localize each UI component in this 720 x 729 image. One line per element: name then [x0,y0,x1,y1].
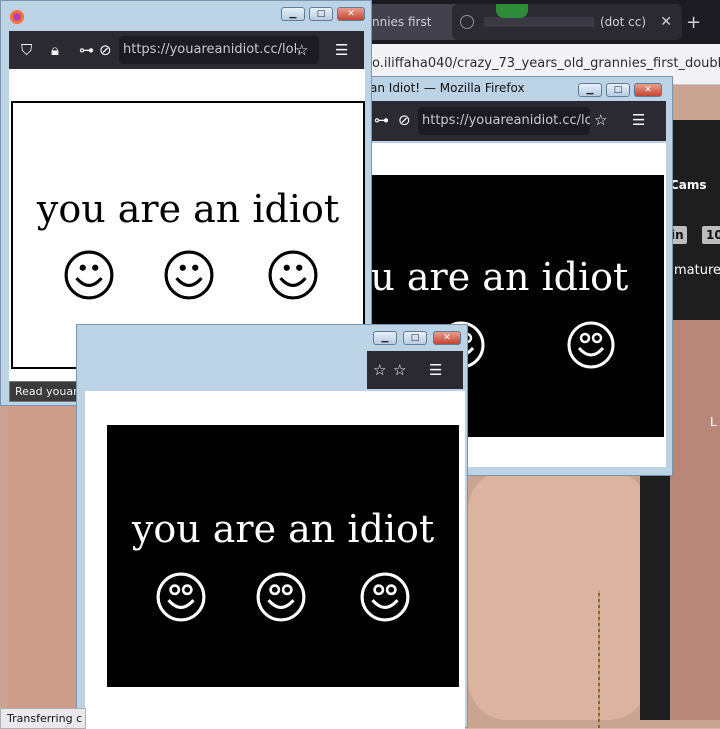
background-thumbnail [670,320,720,720]
hamburger-menu-icon[interactable]: ☰ [632,111,645,129]
popup-toolbar: ⊶ ⊘ https://youareanidiot.cc/lol. ☆ ☰ [366,101,666,141]
idiot-message: you are an idiot [36,187,340,231]
smiley-icon [64,250,114,300]
star-icon[interactable]: ☆ [373,361,386,379]
firefox-logo-icon [10,10,24,24]
close-icon[interactable]: ✕ [634,83,662,97]
shield-icon[interactable]: ⛉ [21,41,32,59]
tracking-protection-icon[interactable]: ⊘ [99,41,112,59]
hamburger-menu-icon[interactable]: ☰ [429,361,442,379]
minimize-icon[interactable]: ▁ [578,83,602,97]
popup-toolbar: ☆ ☆ ☰ [367,351,463,389]
status-bar: Transferring c [0,708,86,729]
lock-icon[interactable]: 🔒︎ [51,41,59,59]
new-tab-plus-icon[interactable]: + [686,12,701,33]
page-content: you are an idiot [85,391,465,729]
popup-toolbar: ⛉ 🔒︎ ⊶ ⊘ https://youareanidiot.cc/lol. ☆… [9,31,364,69]
url-field[interactable]: https://youareanidiot.cc/lol. [418,107,590,135]
popup-window-c[interactable]: ▁ □ ✕ ☆ ☆ ☰ you are an idiot [76,324,468,729]
sidebar-letter: L [710,415,717,429]
idiot-panel[interactable]: you are an idiot [107,425,459,687]
smiley-icon [256,572,306,622]
minimize-icon[interactable]: ▁ [373,331,397,345]
category-link[interactable]: mature [674,263,720,278]
count-badge: 10 [702,226,720,244]
idiot-message: you are an idiot [131,507,435,551]
permissions-icon[interactable]: ⊶ [374,111,389,129]
background-url-text[interactable]: o.iliffaha040/crazy_73_years_old_grannie… [372,56,720,71]
audio-indicator-icon [496,4,528,18]
cams-link[interactable]: Cams [670,178,707,192]
background-video-image [8,400,78,720]
maximize-icon[interactable]: □ [309,7,333,21]
smiley-icon [268,250,318,300]
permissions-icon[interactable]: ⊶ [79,41,94,59]
background-tab[interactable]: (dot cc) ✕ [452,4,682,40]
tab-label: nnies first [372,15,432,29]
star-icon[interactable]: ☆ [393,361,406,379]
maximize-icon[interactable]: □ [403,331,427,345]
close-icon[interactable]: ✕ [433,331,461,345]
necklace-chain-image [598,590,600,728]
tab-close-icon[interactable]: ✕ [660,14,672,30]
smiley-icon [360,572,410,622]
tracking-protection-icon[interactable]: ⊘ [398,111,411,129]
background-video-image [468,470,648,720]
smiley-icon [164,250,214,300]
minimize-icon[interactable]: ▁ [281,7,305,21]
tab-title-obscured [484,17,594,27]
tab-label: (dot cc) [600,15,647,29]
tab-favicon-icon [460,15,474,29]
url-field[interactable]: https://youareanidiot.cc/lol. [119,36,319,64]
window-title: an Idiot! — Mozilla Firefox [370,81,525,95]
close-icon[interactable]: ✕ [337,7,365,21]
star-icon[interactable]: ☆ [295,41,308,59]
star-icon[interactable]: ☆ [594,111,607,129]
hamburger-menu-icon[interactable]: ☰ [335,41,348,59]
smiley-icon [156,572,206,622]
smiley-icon [567,321,615,369]
maximize-icon[interactable]: □ [606,83,630,97]
